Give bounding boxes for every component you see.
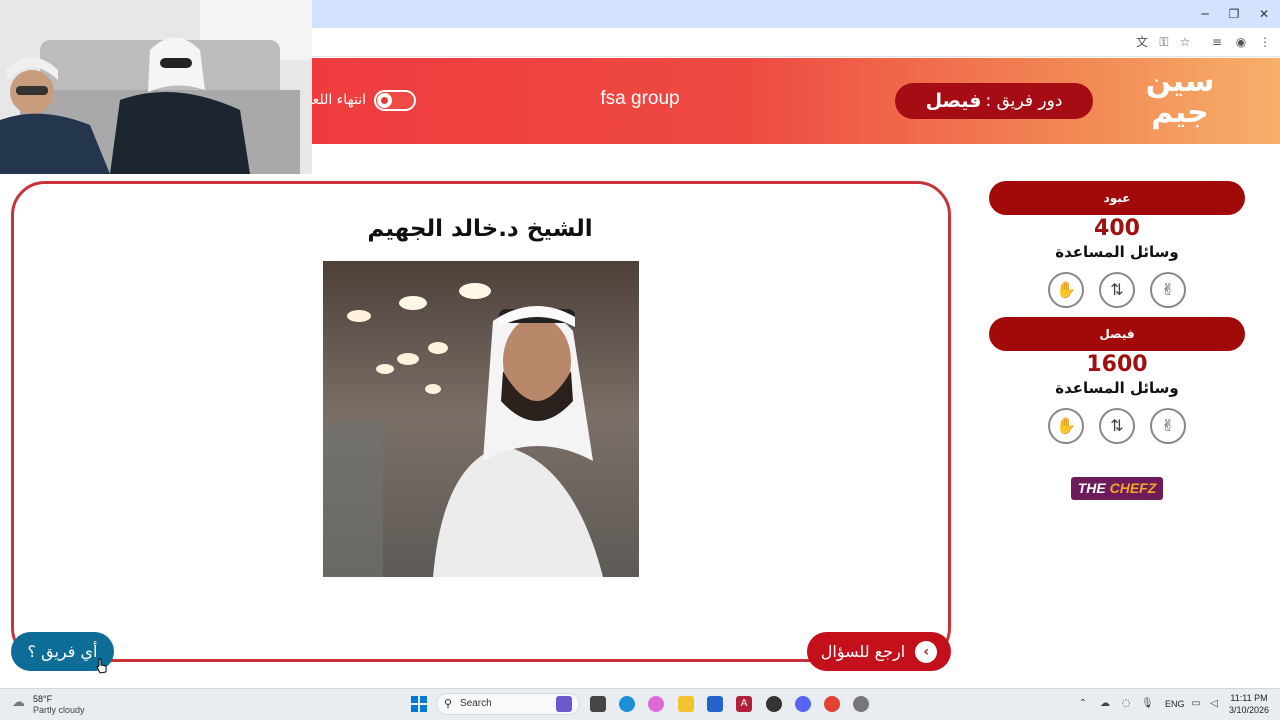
game-logo: سين جيم [1145, 64, 1215, 130]
microphone-icon[interactable]: 🎙 [1141, 698, 1154, 710]
copilot-icon[interactable] [648, 696, 664, 712]
clock-date[interactable]: 3/10/2026 [1226, 705, 1272, 715]
team-turn-badge: دور فريق : فيصل [895, 83, 1093, 119]
team-name-pill: عبود [989, 181, 1245, 215]
search-label: Search [460, 698, 492, 709]
aids-label: وسائل المساعدة [1055, 379, 1179, 397]
obs-icon[interactable] [766, 696, 782, 712]
hand-cursor-icon [96, 658, 107, 674]
minimize-icon[interactable]: ─ [1190, 4, 1220, 24]
discord-icon[interactable] [795, 696, 811, 712]
language-indicator[interactable]: ENG [1165, 699, 1185, 709]
answer-photo [323, 261, 639, 577]
volume-icon[interactable]: ◁ [1208, 698, 1220, 710]
webcam-overlay [0, 0, 312, 174]
weather-temp[interactable]: 58°F [33, 694, 52, 704]
edge-icon[interactable] [619, 696, 635, 712]
turn-team-name: فيصل [925, 90, 982, 112]
file-explorer-icon[interactable] [678, 696, 694, 712]
translate-icon[interactable]: 文 [1133, 34, 1151, 50]
bookmark-star-icon[interactable]: ☆ [1176, 34, 1194, 50]
peace-sign-icon[interactable]: ✌ [1150, 272, 1186, 308]
portrait-image [323, 261, 639, 577]
close-icon[interactable]: ✕ [1249, 4, 1279, 24]
weather-cloud-icon[interactable]: ☁ [12, 695, 28, 710]
back-to-question-button[interactable]: › ارجع للسؤال [807, 632, 951, 671]
settings-gear-icon[interactable] [853, 696, 869, 712]
hand-icon[interactable]: ✋ [1048, 408, 1084, 444]
peace-sign-icon[interactable]: ✌ [1150, 408, 1186, 444]
turn-label: دور فريق : [985, 91, 1063, 111]
swap-icon[interactable]: ⇅ [1099, 272, 1135, 308]
answer-title: الشيخ د.خالد الجهيم [367, 216, 593, 242]
reading-list-icon[interactable]: ≡ [1208, 34, 1226, 50]
restore-icon[interactable]: ❐ [1219, 4, 1249, 24]
search-icon: ⚲ [444, 697, 453, 710]
password-key-icon[interactable]: ⚿ [1155, 34, 1173, 50]
windows-start-icon[interactable] [411, 696, 427, 712]
widget-icon[interactable] [556, 696, 572, 712]
group-name: fsa group [600, 88, 680, 109]
store-icon[interactable] [707, 696, 723, 712]
team-name-pill: فيصل [989, 317, 1245, 351]
webcam-people-image [0, 0, 312, 174]
chevron-right-icon: › [915, 640, 938, 663]
swap-icon[interactable]: ⇅ [1099, 408, 1135, 444]
display-icon[interactable]: ▭ [1190, 698, 1202, 710]
sponsor-logo: THE CHEFZ [1071, 477, 1163, 500]
end-game-label: انتهاء اللعبة [312, 92, 366, 108]
profile-icon[interactable]: ◉ [1232, 34, 1250, 50]
cloud-sync-icon[interactable]: ☁ [1099, 698, 1111, 710]
task-view-icon[interactable] [590, 696, 606, 712]
acrobat-icon[interactable]: A [736, 696, 752, 712]
chevron-up-icon[interactable]: ⌃ [1077, 698, 1089, 710]
team-score: 400 [1094, 216, 1140, 241]
end-game-toggle[interactable] [374, 90, 416, 111]
team-score: 1600 [1086, 352, 1148, 377]
browser-menu-icon[interactable]: ⋮ [1256, 34, 1274, 50]
back-to-question-label: ارجع للسؤال [820, 642, 906, 661]
game-header-banner [312, 58, 1280, 144]
clock-time[interactable]: 11:11 PM [1226, 693, 1272, 703]
aids-label: وسائل المساعدة [1055, 243, 1179, 261]
hand-icon[interactable]: ✋ [1048, 272, 1084, 308]
weather-desc[interactable]: Partly cloudy [33, 705, 85, 715]
chrome-icon[interactable] [824, 696, 840, 712]
network-icon[interactable]: ◌ [1120, 698, 1132, 710]
